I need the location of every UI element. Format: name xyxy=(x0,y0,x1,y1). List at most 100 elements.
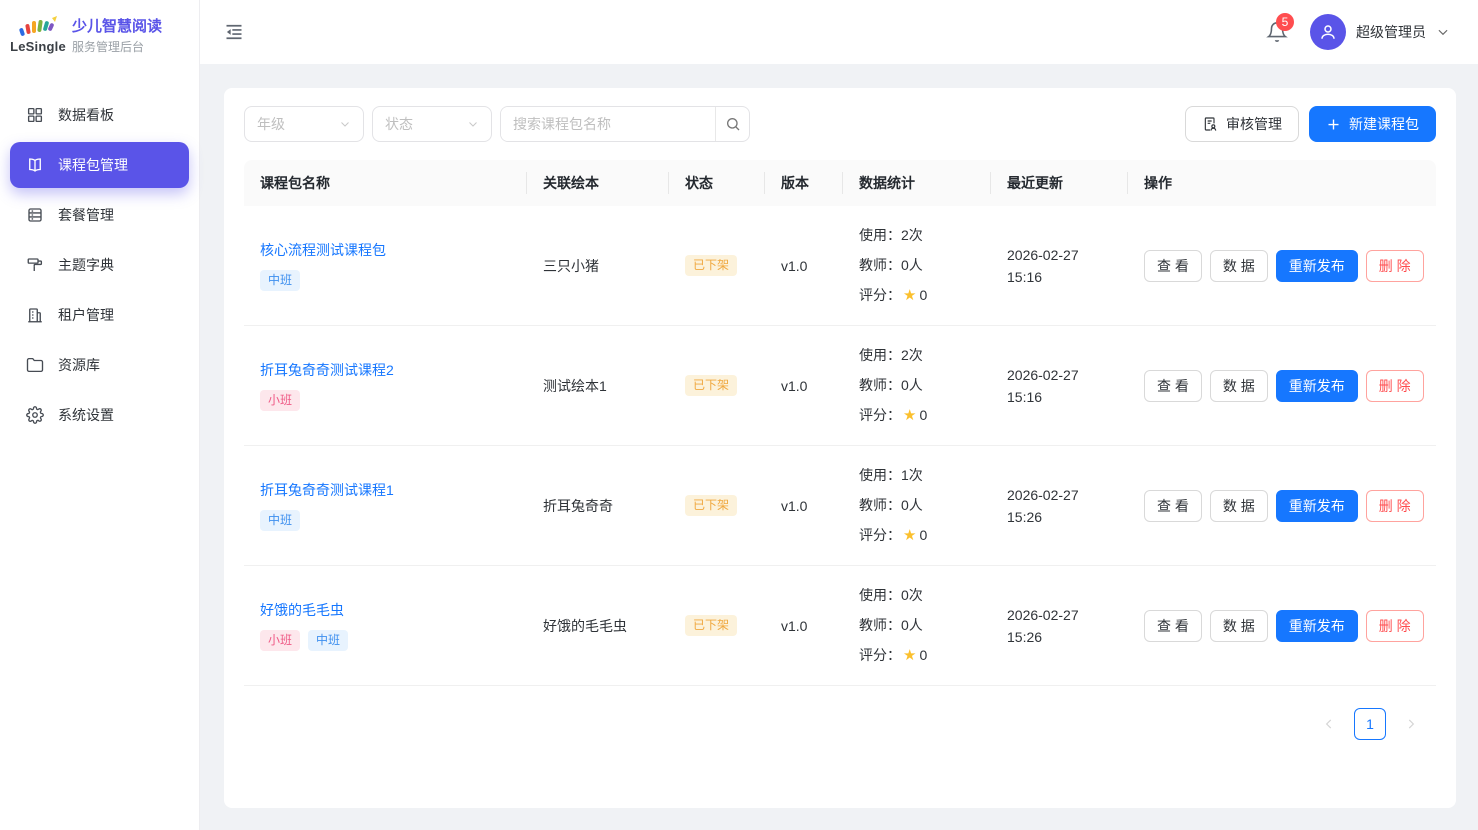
avatar xyxy=(1310,14,1346,50)
search-box xyxy=(500,106,750,142)
status-select[interactable]: 状态 xyxy=(372,106,492,142)
sidebar-item-label: 主题字典 xyxy=(58,255,114,275)
search-input[interactable] xyxy=(501,107,715,141)
sidebar-item-tenants[interactable]: 租户管理 xyxy=(10,292,189,338)
gear-icon xyxy=(26,406,44,424)
column-header-version: 版本 xyxy=(765,160,843,206)
version-cell: v1.0 xyxy=(765,566,843,686)
column-header-updated: 最近更新 xyxy=(991,160,1128,206)
sidebar-item-label: 课程包管理 xyxy=(58,155,128,175)
chevron-right-icon xyxy=(1404,717,1418,731)
package-name-link[interactable]: 折耳兔奇奇测试课程2 xyxy=(260,360,394,380)
republish-button[interactable]: 重新发布 xyxy=(1276,370,1358,402)
table-row: 折耳兔奇奇测试课程2 小班 测试绘本1 已下架 v1.0 使用：2次 教师：0人… xyxy=(244,326,1436,446)
user-name: 超级管理员 xyxy=(1356,22,1426,42)
package-name-link[interactable]: 好饿的毛毛虫 xyxy=(260,600,344,620)
create-package-button[interactable]: 新建课程包 xyxy=(1309,106,1436,142)
content-area: 年级 状态 xyxy=(200,64,1478,830)
user-icon xyxy=(1319,23,1337,41)
database-icon xyxy=(26,206,44,224)
lesingle-logo-icon: LeSingle xyxy=(14,16,62,54)
logo-bars-icon xyxy=(16,16,60,38)
data-button[interactable]: 数 据 xyxy=(1210,370,1268,402)
sidebar-item-label: 租户管理 xyxy=(58,305,114,325)
audit-manage-button[interactable]: 审核管理 xyxy=(1185,106,1299,142)
chevron-left-icon xyxy=(1322,717,1336,731)
app-subtitle: 服务管理后台 xyxy=(72,38,162,55)
version-cell: v1.0 xyxy=(765,326,843,446)
stats-cell: 使用：2次 教师：0人 评分：★0 xyxy=(843,206,991,326)
star-icon: ★ xyxy=(903,647,916,664)
view-button[interactable]: 查 看 xyxy=(1144,490,1202,522)
sidebar-item-dashboard[interactable]: 数据看板 xyxy=(10,92,189,138)
sidebar-item-resources[interactable]: 资源库 xyxy=(10,342,189,388)
delete-button[interactable]: 删 除 xyxy=(1366,250,1424,282)
page-number-button[interactable]: 1 xyxy=(1354,708,1386,740)
book-cell: 好饿的毛毛虫 xyxy=(527,566,669,686)
version-cell: v1.0 xyxy=(765,206,843,326)
column-header-actions: 操作 xyxy=(1128,160,1436,206)
package-name-link[interactable]: 核心流程测试课程包 xyxy=(260,240,386,260)
grade-select[interactable]: 年级 xyxy=(244,106,364,142)
column-header-stats: 数据统计 xyxy=(843,160,991,206)
delete-button[interactable]: 删 除 xyxy=(1366,610,1424,642)
course-package-card: 年级 状态 xyxy=(224,88,1456,808)
brand-logo: LeSingle 少儿智慧阅读 服务管理后台 xyxy=(0,0,199,70)
next-page-button[interactable] xyxy=(1404,717,1418,731)
logo-wordmark: LeSingle xyxy=(10,39,66,54)
data-button[interactable]: 数 据 xyxy=(1210,250,1268,282)
updated-cell: 2026-02-2715:16 xyxy=(991,206,1128,326)
sidebar-menu: 数据看板 课程包管理 套餐管理 主题字典 租户管理 xyxy=(0,70,199,442)
search-icon xyxy=(725,116,741,132)
create-package-label: 新建课程包 xyxy=(1349,114,1419,134)
grade-tag: 中班 xyxy=(308,630,348,650)
app-title: 少儿智慧阅读 xyxy=(72,15,162,36)
view-button[interactable]: 查 看 xyxy=(1144,370,1202,402)
building-icon xyxy=(26,306,44,324)
status-badge: 已下架 xyxy=(685,615,737,635)
sidebar-item-theme-dictionary[interactable]: 主题字典 xyxy=(10,242,189,288)
view-button[interactable]: 查 看 xyxy=(1144,250,1202,282)
republish-button[interactable]: 重新发布 xyxy=(1276,250,1358,282)
sidebar-item-settings[interactable]: 系统设置 xyxy=(10,392,189,438)
dashboard-icon xyxy=(26,106,44,124)
package-name-link[interactable]: 折耳兔奇奇测试课程1 xyxy=(260,480,394,500)
paint-roller-icon xyxy=(26,256,44,274)
search-button[interactable] xyxy=(715,107,749,141)
sidebar-item-course-packages[interactable]: 课程包管理 xyxy=(10,142,189,188)
republish-button[interactable]: 重新发布 xyxy=(1276,490,1358,522)
version-cell: v1.0 xyxy=(765,446,843,566)
sidebar-item-label: 数据看板 xyxy=(58,105,114,125)
sidebar-item-plans[interactable]: 套餐管理 xyxy=(10,192,189,238)
column-header-book: 关联绘本 xyxy=(527,160,669,206)
folder-icon xyxy=(26,356,44,374)
user-menu[interactable]: 超级管理员 xyxy=(1310,14,1450,50)
pagination: 1 xyxy=(244,708,1436,740)
view-button[interactable]: 查 看 xyxy=(1144,610,1202,642)
sidebar-item-label: 系统设置 xyxy=(58,405,114,425)
column-header-name: 课程包名称 xyxy=(244,160,527,206)
grade-tag: 小班 xyxy=(260,390,300,410)
plus-icon xyxy=(1326,117,1341,132)
stats-cell: 使用：1次 教师：0人 评分：★0 xyxy=(843,446,991,566)
topbar: 5 超级管理员 xyxy=(200,0,1478,64)
republish-button[interactable]: 重新发布 xyxy=(1276,610,1358,642)
data-button[interactable]: 数 据 xyxy=(1210,490,1268,522)
updated-cell: 2026-02-2715:26 xyxy=(991,446,1128,566)
data-button[interactable]: 数 据 xyxy=(1210,610,1268,642)
star-icon: ★ xyxy=(903,527,916,544)
prev-page-button[interactable] xyxy=(1322,717,1336,731)
audit-icon xyxy=(1202,116,1218,132)
book-cell: 三只小猪 xyxy=(527,206,669,326)
sidebar-item-label: 套餐管理 xyxy=(58,205,114,225)
filter-toolbar: 年级 状态 xyxy=(244,106,1436,142)
status-badge: 已下架 xyxy=(685,255,737,275)
menu-fold-icon[interactable] xyxy=(224,22,244,42)
sidebar: LeSingle 少儿智慧阅读 服务管理后台 数据看板 课程包管理 套餐管理 xyxy=(0,0,200,830)
delete-button[interactable]: 删 除 xyxy=(1366,370,1424,402)
delete-button[interactable]: 删 除 xyxy=(1366,490,1424,522)
star-icon: ★ xyxy=(903,287,916,304)
notification-bell[interactable]: 5 xyxy=(1266,21,1288,43)
table-row: 折耳兔奇奇测试课程1 中班 折耳兔奇奇 已下架 v1.0 使用：1次 教师：0人… xyxy=(244,446,1436,566)
grade-tag: 小班 xyxy=(260,630,300,650)
